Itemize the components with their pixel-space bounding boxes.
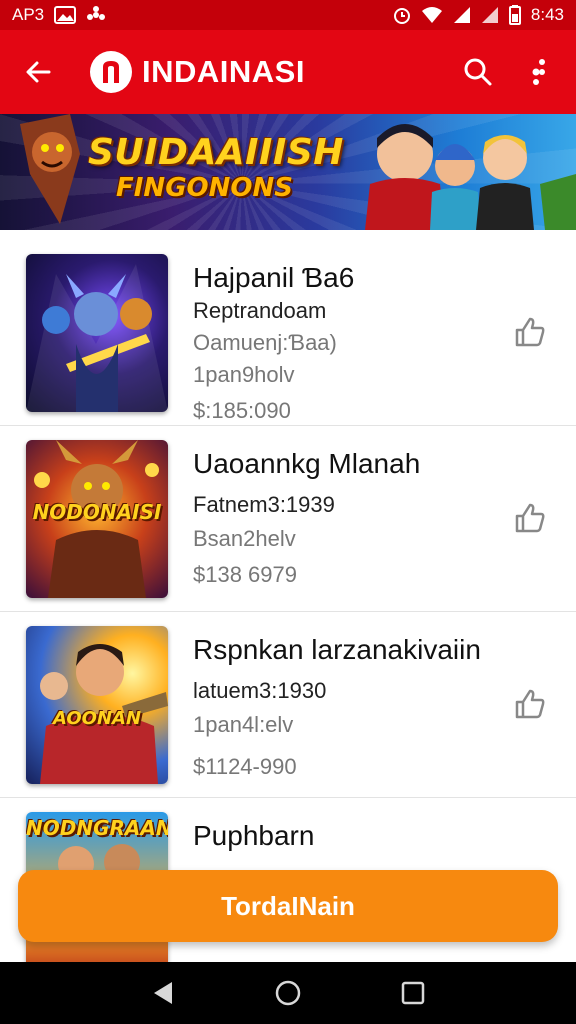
app-bar: INDAINASI xyxy=(0,30,576,114)
primary-action-button[interactable]: TordaINain xyxy=(18,870,558,942)
status-right: 8:43 xyxy=(393,5,564,25)
arrow-left-icon xyxy=(26,61,51,83)
app-actions xyxy=(458,52,560,92)
more-vert-icon xyxy=(532,59,545,85)
more-button[interactable] xyxy=(520,52,560,92)
item-title: Puphbarn xyxy=(193,820,315,851)
item-title: Uaoannkg Mlanah xyxy=(193,448,421,479)
item-meta: Bsan2helv xyxy=(193,526,296,551)
back-button[interactable] xyxy=(16,50,60,94)
product-thumbnail[interactable]: AOONAN xyxy=(26,626,168,784)
list-item[interactable]: NODONAISI Uaoannkg Mlanah Fatnem3:1939 B… xyxy=(0,426,576,612)
battery-icon xyxy=(508,5,521,25)
thumb-up-outline-icon xyxy=(515,689,545,719)
thumbnail-title: NODNGRAAN xyxy=(26,816,168,840)
alarm-icon xyxy=(393,6,411,24)
item-subtitle: Fatnem3:1939 xyxy=(193,492,335,517)
nav-recents-button[interactable] xyxy=(393,973,433,1013)
banner-headline: SUIDAAIIISH xyxy=(88,132,344,173)
item-text: Uaoannkg Mlanah Fatnem3:1939 Bsan2helv $… xyxy=(193,448,493,588)
item-text: Puphbarn xyxy=(193,820,493,852)
status-left: AP3 xyxy=(12,5,106,25)
item-meta: 1pan9holv xyxy=(193,362,295,387)
app-title: INDAINASI xyxy=(142,54,305,89)
item-subtitle: latuem3:1930 xyxy=(193,678,327,703)
list-item[interactable]: Hajpanil Ɓa6 Reptrandoam Oamuenj:Ɓaa) 1p… xyxy=(0,240,576,426)
banner-subheadline: FINGONONS xyxy=(116,173,293,203)
like-button[interactable] xyxy=(510,498,550,538)
item-text: Hajpanil Ɓa6 Reptrandoam Oamuenj:Ɓaa) 1p… xyxy=(193,262,493,424)
thumb-up-outline-icon xyxy=(515,503,545,533)
thumbnail-title: AOONAN xyxy=(52,708,142,729)
system-nav-bar xyxy=(0,962,576,1024)
item-title: Hajpanil Ɓa6 xyxy=(193,262,355,293)
clock: 8:43 xyxy=(530,5,564,24)
nav-back-button[interactable] xyxy=(143,973,183,1013)
search-icon xyxy=(464,58,492,86)
product-thumbnail[interactable]: NODONAISI xyxy=(26,440,168,598)
nav-home-button[interactable] xyxy=(268,973,308,1013)
carrier-text: AP3 xyxy=(12,5,45,24)
status-bar: AP3 8:43 xyxy=(0,0,576,30)
item-title: Rspnkan larzanakivaiin xyxy=(193,634,481,665)
item-meta: Oamuenj:Ɓaa) xyxy=(193,330,337,355)
item-price: $1124-990 xyxy=(193,754,297,779)
thumbnail-art xyxy=(40,644,168,784)
list-item[interactable]: AOONAN Rspnkan larzanakivaiin latuem3:19… xyxy=(0,612,576,798)
item-text: Rspnkan larzanakivaiin latuem3:1930 1pan… xyxy=(193,634,493,780)
thumbnail-art xyxy=(26,264,168,412)
signal-icon xyxy=(453,6,471,24)
recents-square-icon xyxy=(402,981,425,1005)
item-subtitle: Reptrandoam xyxy=(193,298,327,323)
signal-icon xyxy=(481,6,499,24)
flower-icon xyxy=(86,5,106,25)
app-logo xyxy=(90,51,132,93)
banner-text: SUIDAAIIISH FINGONONS xyxy=(88,132,344,203)
thumbnail-title: NODONAISI xyxy=(32,500,162,524)
product-thumbnail[interactable] xyxy=(26,254,168,412)
search-button[interactable] xyxy=(458,52,498,92)
promo-banner[interactable]: SUIDAAIIISH FINGONONS xyxy=(0,114,576,230)
like-button[interactable] xyxy=(510,684,550,724)
item-price: $:185:090 xyxy=(193,398,291,423)
like-button[interactable] xyxy=(510,312,550,352)
thumb-up-outline-icon xyxy=(515,317,545,347)
item-price: $138 6979 xyxy=(193,562,297,587)
back-triangle-icon xyxy=(153,982,172,1004)
gallery-icon xyxy=(54,6,77,24)
item-meta: 1pan4l:elv xyxy=(193,712,294,737)
home-circle-icon xyxy=(275,980,301,1006)
wifi-icon xyxy=(421,6,443,24)
